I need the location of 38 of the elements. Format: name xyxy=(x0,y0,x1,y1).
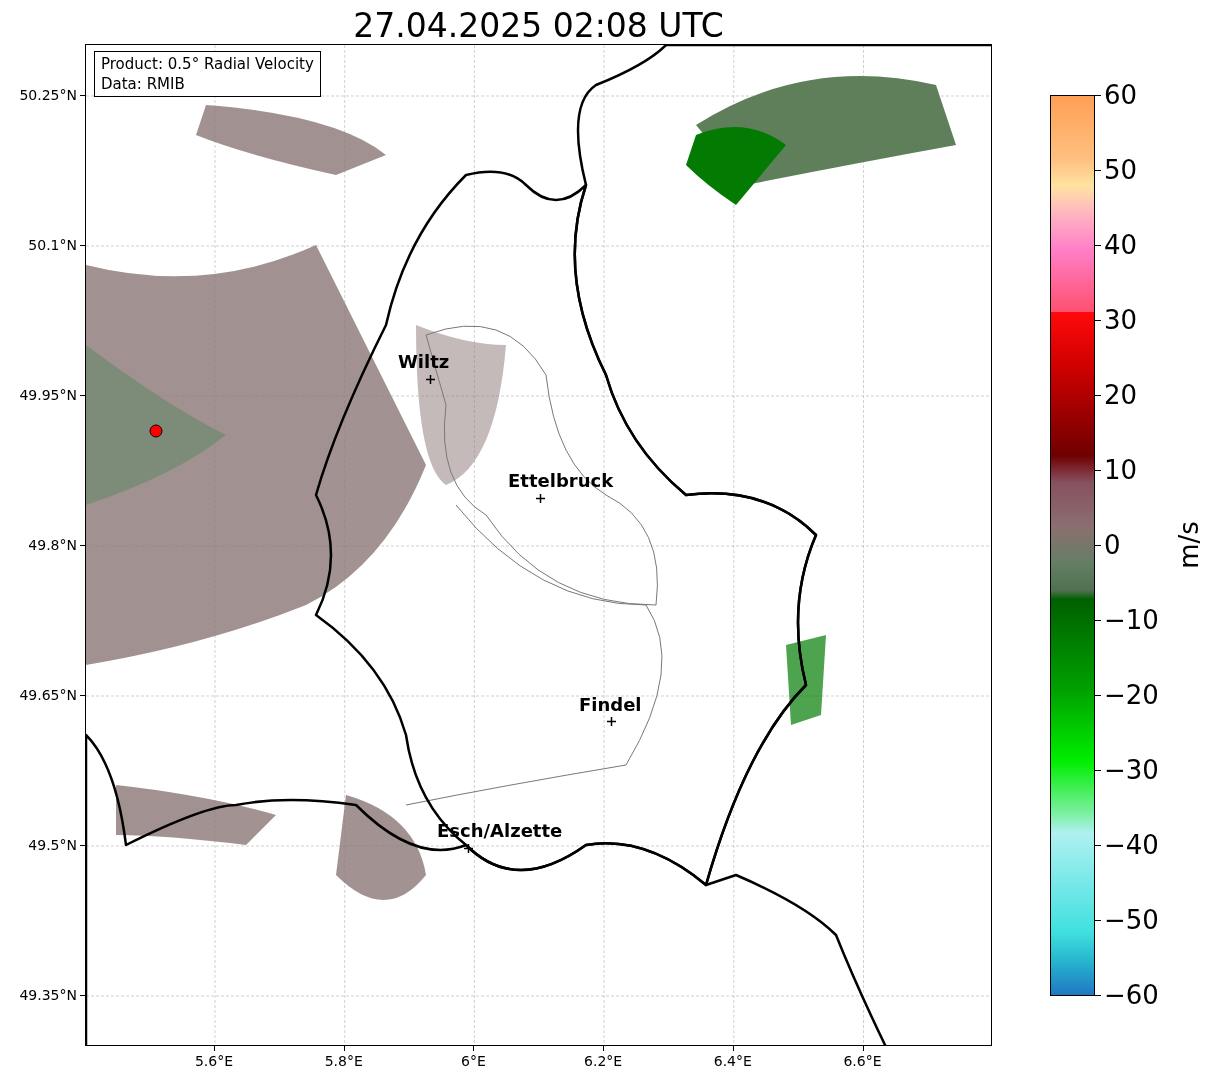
info-text: Data: RMIB xyxy=(101,74,186,94)
info-text: Product: 0.5° Radial Velocity xyxy=(101,54,314,74)
colorbar-tick-label: 10 xyxy=(1104,455,1138,485)
colorbar-axis-label: m/s xyxy=(1173,521,1204,569)
y-tick-label: 49.5°N xyxy=(28,836,77,854)
plus-marker-icon xyxy=(464,844,473,853)
y-tick-label: 50.1°N xyxy=(28,236,77,254)
colorbar-tick-label: 60 xyxy=(1104,80,1138,110)
city-label: Ettelbruck xyxy=(508,470,614,492)
radar-site-marker-icon xyxy=(149,424,163,438)
x-tick-label: 5.8°E xyxy=(323,1052,364,1070)
colorbar-tick-label: −20 xyxy=(1104,680,1159,710)
colorbar-tick-label: −40 xyxy=(1104,830,1159,860)
colorbar-tick-label: 30 xyxy=(1104,305,1138,335)
y-tick-label: 49.8°N xyxy=(28,536,77,554)
x-tick-label: 5.6°E xyxy=(193,1052,235,1070)
y-tick-label: 49.65°N xyxy=(19,686,77,704)
y-tick-label: 49.95°N xyxy=(19,386,77,404)
colorbar-tick-label: 0 xyxy=(1104,530,1121,560)
colorbar-tick-label: −10 xyxy=(1104,605,1159,635)
x-tick-label: 6.2°E xyxy=(583,1052,624,1070)
x-tick-label: 6°E xyxy=(460,1052,487,1070)
colorbar-tick-label: 40 xyxy=(1104,230,1138,260)
colorbar-tick-label: 20 xyxy=(1104,380,1138,410)
y-tick-label: 49.35°N xyxy=(19,986,77,1004)
plot-title: 27.04.2025 02:08 UTC xyxy=(352,6,725,46)
colorbar-tick-label: −60 xyxy=(1104,980,1159,1010)
plus-marker-icon xyxy=(426,375,435,384)
city-label: Wiltz xyxy=(398,351,450,373)
colorbar-tick-label: 50 xyxy=(1104,155,1138,185)
colorbar-tick-label: −50 xyxy=(1104,905,1159,935)
x-tick-label: 6.4°E xyxy=(712,1052,753,1070)
colorbar-tick-label: −30 xyxy=(1104,755,1159,785)
plus-marker-icon xyxy=(536,494,545,503)
city-label: Findel xyxy=(579,694,642,716)
y-tick-label: 50.25°N xyxy=(19,86,77,104)
x-tick-label: 6.6°E xyxy=(842,1052,883,1070)
plus-marker-icon xyxy=(607,717,616,726)
